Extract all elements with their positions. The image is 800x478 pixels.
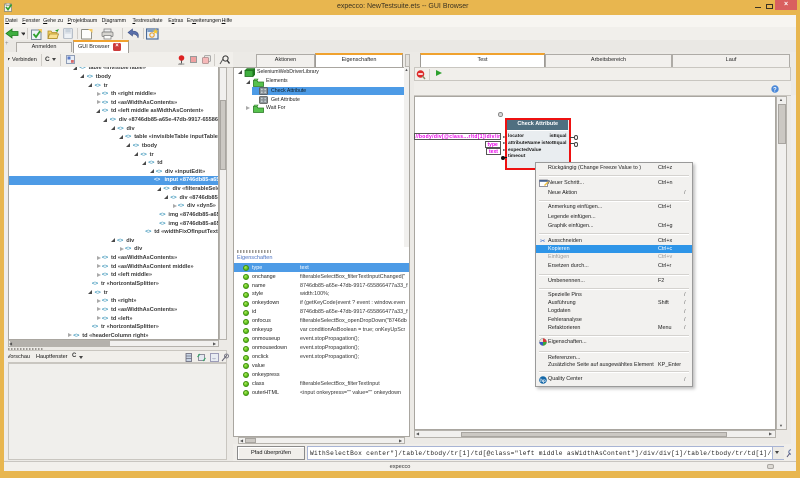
- svg-text:↔: ↔: [212, 355, 217, 361]
- svg-text:?: ?: [773, 87, 777, 93]
- svg-text:ABC: ABC: [178, 62, 185, 65]
- svg-text:hp: hp: [540, 378, 546, 383]
